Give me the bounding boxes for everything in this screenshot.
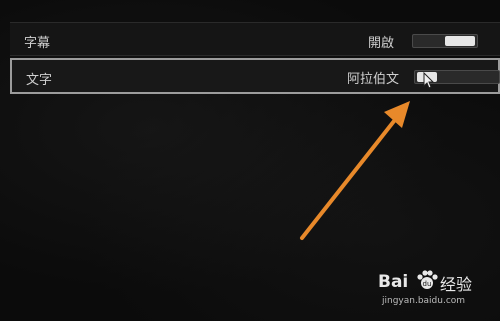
watermark-name: 经验 [440,275,473,294]
mouse-cursor-icon [423,72,435,89]
setting-row-subtitles[interactable]: 字幕 開啟 [10,22,500,56]
setting-label-text: 文字 [26,73,53,88]
setting-value-subtitles: 開啟 [368,36,395,51]
baidu-jingyan-watermark: Bai du 经验 jingyan.baidu.com [368,264,496,314]
watermark-url: jingyan.baidu.com [382,296,466,306]
svg-text:du: du [423,280,432,288]
subtitles-slider-thumb[interactable] [445,36,475,46]
baidu-paw-icon: du [417,270,438,289]
setting-value-text: 阿拉伯文 [347,72,400,87]
subtitles-slider[interactable] [412,34,478,48]
watermark-brand: Bai [378,272,409,292]
setting-label-subtitles: 字幕 [24,36,51,51]
